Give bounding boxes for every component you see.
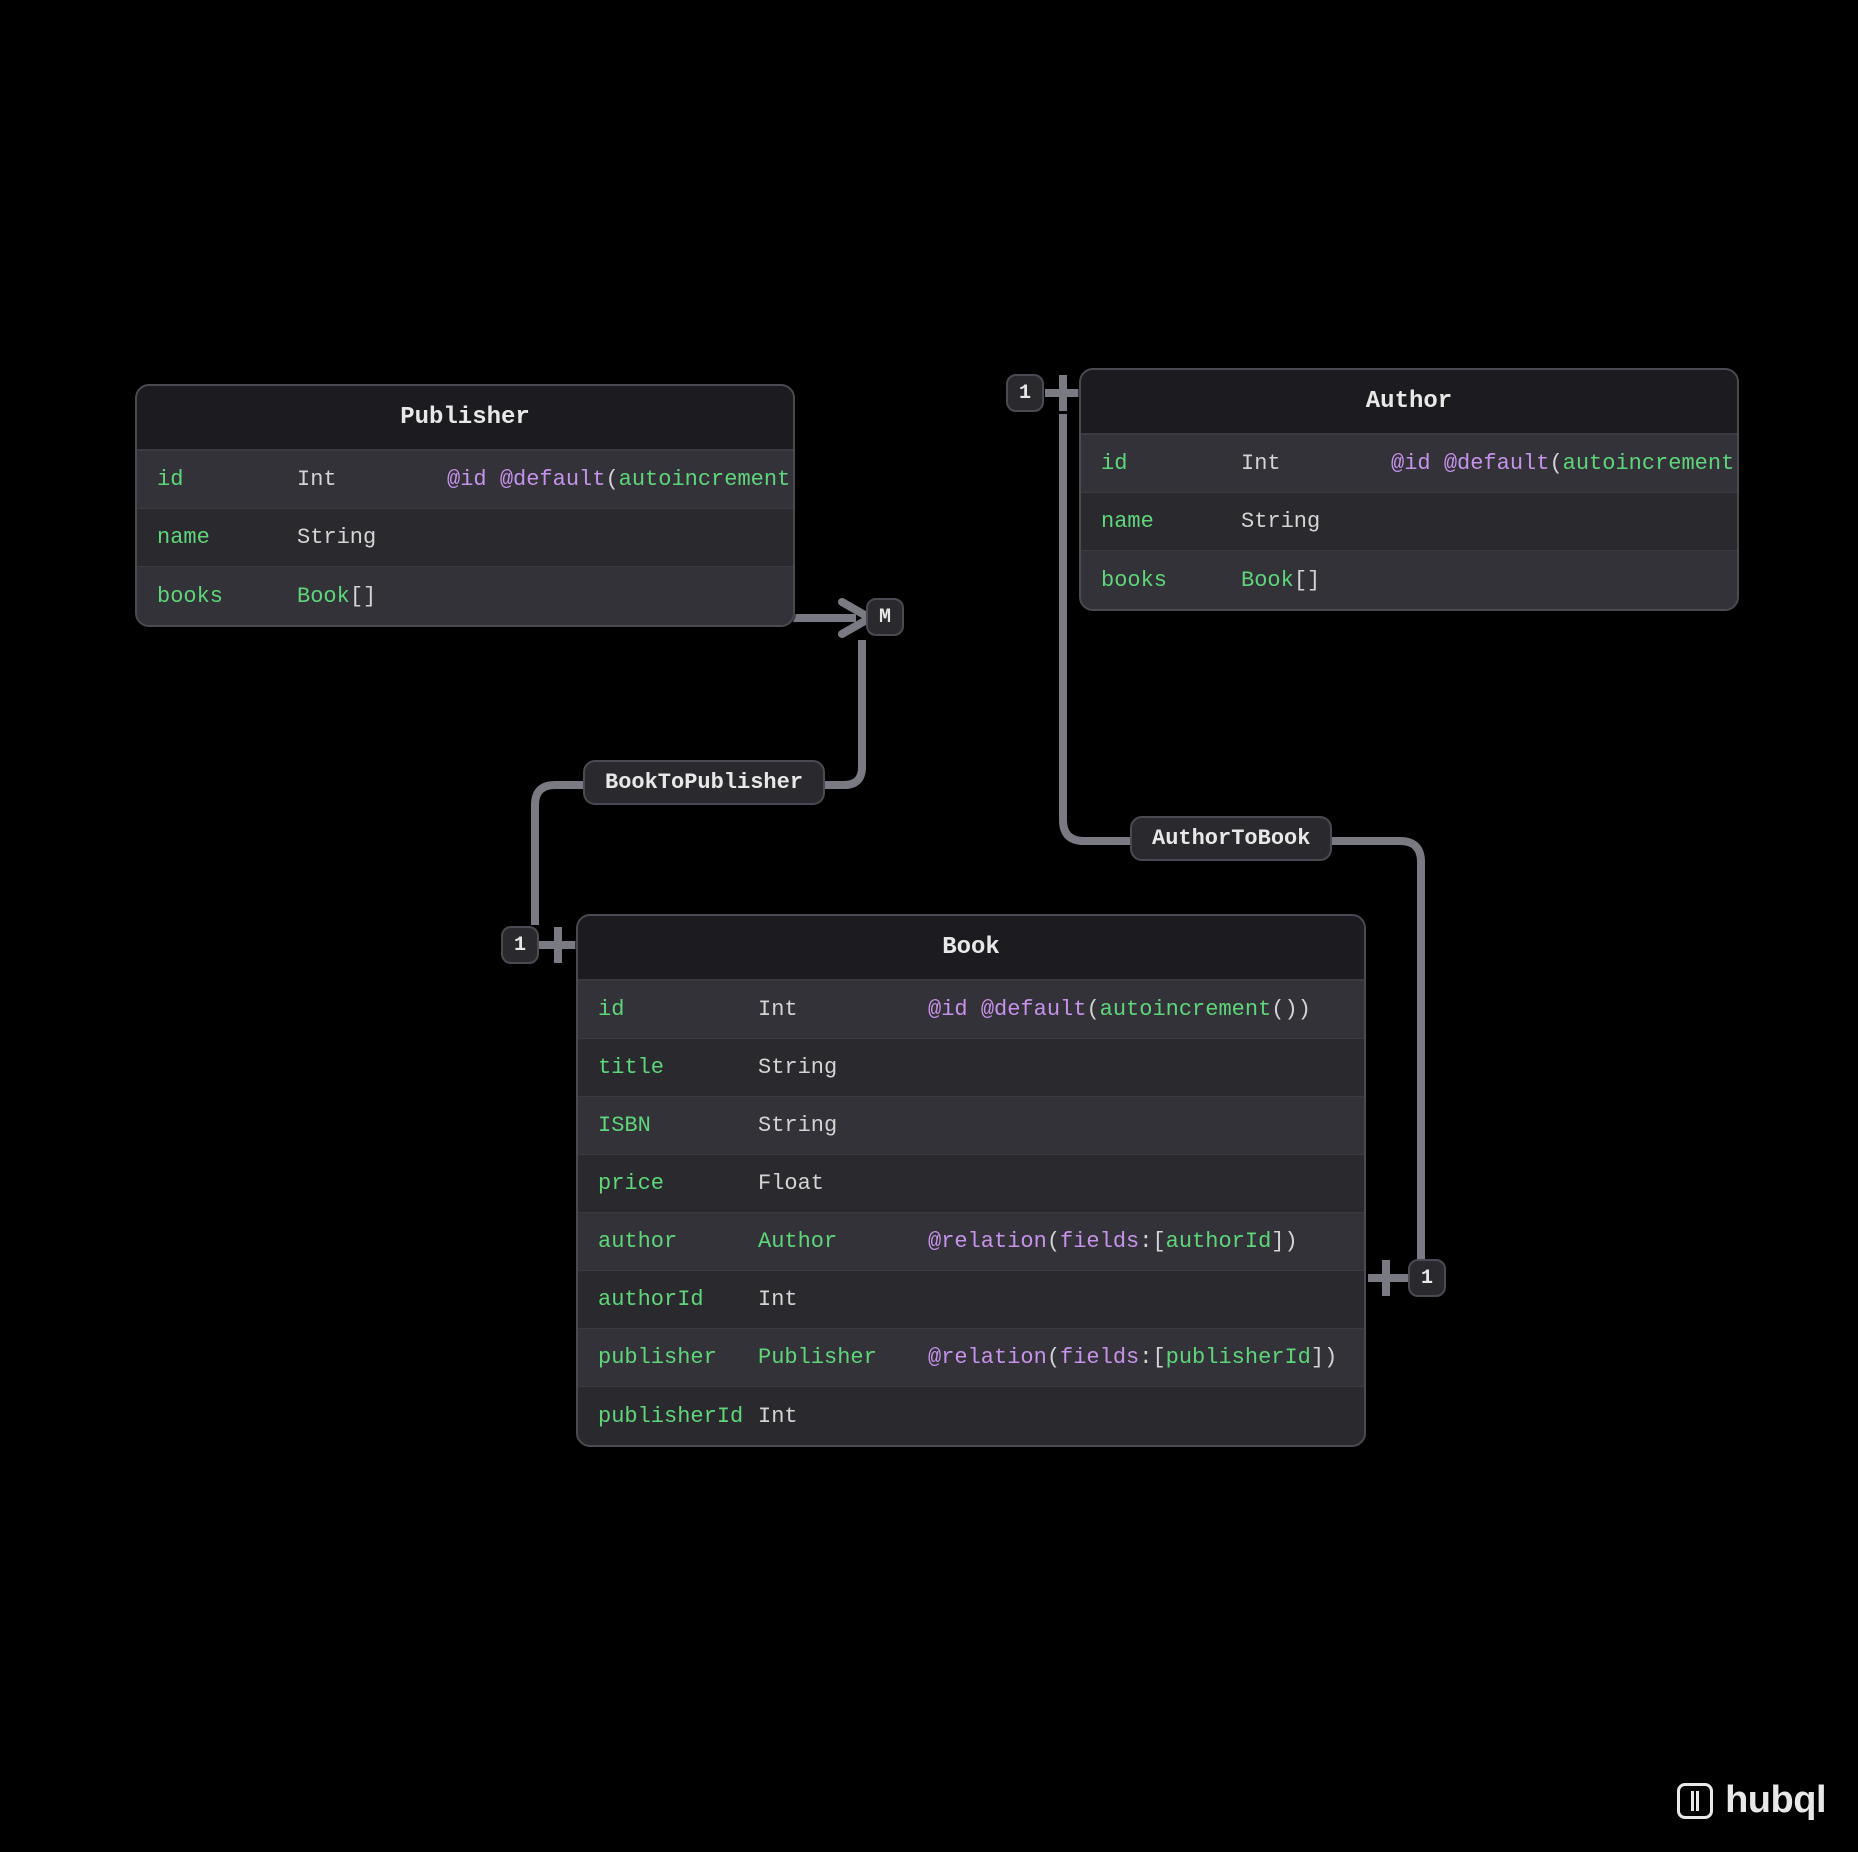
field-name: publisher bbox=[598, 1345, 758, 1370]
field-type: Publisher bbox=[758, 1345, 928, 1370]
field-type: Int bbox=[1241, 451, 1391, 476]
entity-book-row-id[interactable]: id Int @id @default(autoincrement()) bbox=[578, 981, 1364, 1039]
cardinality-book-left-1: 1 bbox=[501, 926, 539, 964]
entity-book-row-publisher[interactable]: publisher Publisher @relation(fields:[pu… bbox=[578, 1329, 1364, 1387]
entity-book-row-isbn[interactable]: ISBN String bbox=[578, 1097, 1364, 1155]
field-type: Int bbox=[297, 467, 447, 492]
entity-book-row-authorid[interactable]: authorId Int bbox=[578, 1271, 1364, 1329]
field-name: name bbox=[1101, 509, 1241, 534]
field-type: Int bbox=[758, 997, 928, 1022]
field-name: author bbox=[598, 1229, 758, 1254]
field-type: String bbox=[758, 1113, 928, 1138]
field-name: books bbox=[157, 584, 297, 609]
entity-publisher[interactable]: Publisher id Int @id @default(autoincrem… bbox=[135, 384, 795, 627]
field-name: id bbox=[157, 467, 297, 492]
entity-publisher-row-id[interactable]: id Int @id @default(autoincrement()) bbox=[137, 451, 793, 509]
entity-publisher-row-books[interactable]: books Book[] bbox=[137, 567, 793, 625]
entity-author-row-name[interactable]: name String bbox=[1081, 493, 1737, 551]
entity-publisher-title: Publisher bbox=[137, 386, 793, 451]
entity-publisher-row-name[interactable]: name String bbox=[137, 509, 793, 567]
relation-label-authortobook: AuthorToBook bbox=[1130, 816, 1332, 861]
entity-book-row-author[interactable]: author Author @relation(fields:[authorId… bbox=[578, 1213, 1364, 1271]
field-attrs: @relation(fields:[authorId]) bbox=[928, 1229, 1344, 1254]
field-attrs: @id @default(autoincrement()) bbox=[1391, 451, 1739, 476]
field-attrs: @id @default(autoincrement()) bbox=[928, 997, 1344, 1022]
entity-book-row-title[interactable]: title String bbox=[578, 1039, 1364, 1097]
entity-author-row-id[interactable]: id Int @id @default(autoincrement()) bbox=[1081, 435, 1737, 493]
field-type: String bbox=[1241, 509, 1391, 534]
field-type: Int bbox=[758, 1287, 928, 1312]
field-type: Book[] bbox=[297, 584, 447, 609]
brand: hubql bbox=[1677, 1779, 1826, 1822]
entity-author-title: Author bbox=[1081, 370, 1737, 435]
entity-author-row-books[interactable]: books Book[] bbox=[1081, 551, 1737, 609]
field-type: Author bbox=[758, 1229, 928, 1254]
diagram-canvas[interactable]: Publisher id Int @id @default(autoincrem… bbox=[0, 0, 1858, 1852]
entity-author[interactable]: Author id Int @id @default(autoincrement… bbox=[1079, 368, 1739, 611]
field-name: id bbox=[1101, 451, 1241, 476]
field-name: id bbox=[598, 997, 758, 1022]
field-name: price bbox=[598, 1171, 758, 1196]
field-attrs: @relation(fields:[publisherId]) bbox=[928, 1345, 1344, 1370]
field-name: ISBN bbox=[598, 1113, 758, 1138]
edge-publisher-books-to-M bbox=[793, 602, 870, 634]
brand-text: hubql bbox=[1725, 1779, 1826, 1822]
cardinality-author-top-1: 1 bbox=[1006, 374, 1044, 412]
field-name: books bbox=[1101, 568, 1241, 593]
brand-icon bbox=[1677, 1783, 1713, 1819]
field-type: Float bbox=[758, 1171, 928, 1196]
relation-label-booktopublisher: BookToPublisher bbox=[583, 760, 825, 805]
entity-book[interactable]: Book id Int @id @default(autoincrement()… bbox=[576, 914, 1366, 1447]
field-type: Int bbox=[758, 1404, 928, 1429]
entity-book-row-price[interactable]: price Float bbox=[578, 1155, 1364, 1213]
entity-book-title: Book bbox=[578, 916, 1364, 981]
field-type: Book[] bbox=[1241, 568, 1391, 593]
field-attrs: @id @default(autoincrement()) bbox=[447, 467, 795, 492]
entity-book-row-publisherid[interactable]: publisherId Int bbox=[578, 1387, 1364, 1445]
field-type: String bbox=[758, 1055, 928, 1080]
field-name: publisherId bbox=[598, 1404, 758, 1429]
field-name: authorId bbox=[598, 1287, 758, 1312]
field-name: name bbox=[157, 525, 297, 550]
field-type: String bbox=[297, 525, 447, 550]
cardinality-publisher-M: M bbox=[866, 598, 904, 636]
field-name: title bbox=[598, 1055, 758, 1080]
cardinality-book-right-1: 1 bbox=[1408, 1259, 1446, 1297]
